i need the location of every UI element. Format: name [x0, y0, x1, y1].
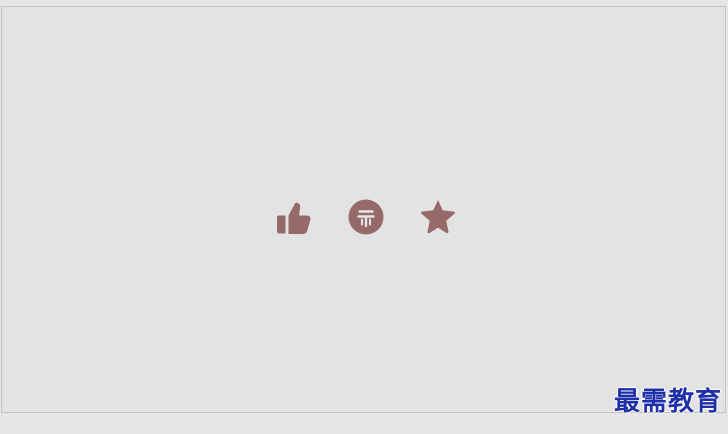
like-button[interactable] [274, 197, 314, 237]
thumbs-up-icon [277, 202, 311, 234]
action-icon-row [274, 197, 460, 237]
watermark-text: 最需教育 [613, 387, 722, 417]
coin-icon [348, 199, 384, 235]
star-icon [421, 200, 455, 234]
favorite-button[interactable] [418, 197, 458, 237]
canvas-frame [1, 6, 726, 413]
coin-button[interactable] [346, 197, 386, 237]
